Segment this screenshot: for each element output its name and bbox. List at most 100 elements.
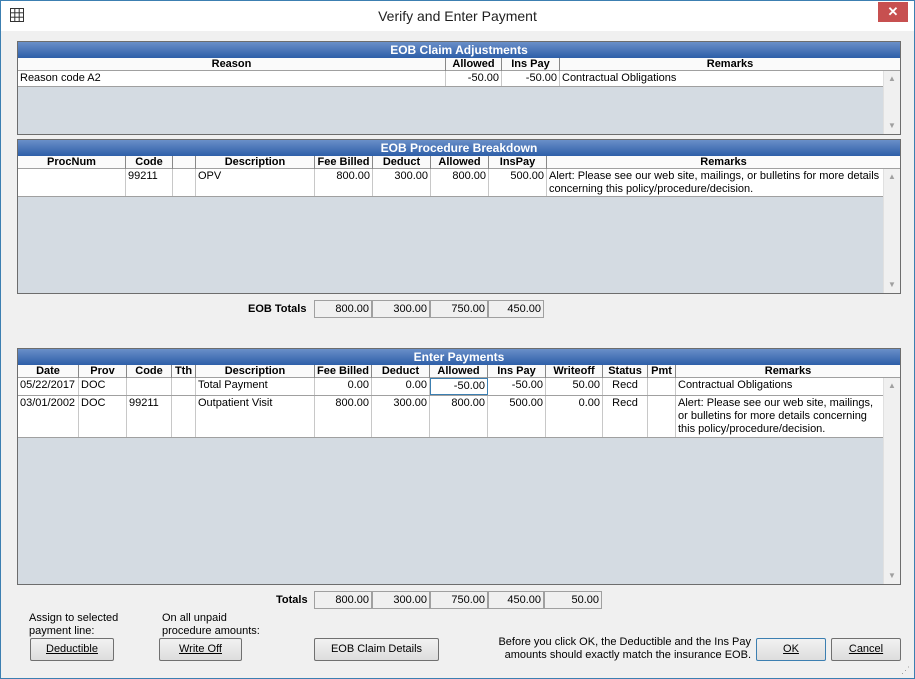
ok-note: Before you click OK, the Deductible and … bbox=[498, 636, 751, 661]
vertical-scrollbar[interactable]: ▲ ▼ bbox=[883, 378, 900, 584]
ok-button-label: OK bbox=[783, 643, 799, 655]
write-off-button[interactable]: Write Off bbox=[159, 638, 242, 661]
vertical-scrollbar[interactable]: ▲ ▼ bbox=[883, 169, 900, 293]
table-row[interactable]: 99211 OPV 800.00 300.00 800.00 500.00 Al… bbox=[18, 169, 883, 197]
assign-note: Assign to selected payment line: bbox=[29, 612, 119, 637]
scroll-up-icon[interactable]: ▲ bbox=[884, 71, 900, 87]
cell-ins-pay[interactable]: -50.00 bbox=[488, 378, 546, 395]
col-header-date[interactable]: Date bbox=[18, 365, 79, 378]
col-header-tth[interactable] bbox=[173, 156, 196, 169]
cell-description: OPV bbox=[196, 169, 315, 196]
col-header-prov[interactable]: Prov bbox=[79, 365, 127, 378]
scroll-up-icon[interactable]: ▲ bbox=[884, 378, 900, 394]
cell-pmt bbox=[648, 378, 676, 395]
cell-remarks: Contractual Obligations bbox=[562, 72, 677, 84]
table-row[interactable]: 03/01/2002 DOC 99211 Outpatient Visit 80… bbox=[18, 396, 883, 438]
col-header-code[interactable]: Code bbox=[126, 156, 173, 169]
cancel-button[interactable]: Cancel bbox=[831, 638, 901, 661]
col-header-pmt[interactable]: Pmt bbox=[648, 365, 676, 378]
cell-code: 99211 bbox=[127, 396, 172, 437]
cell-date: 05/22/2017 bbox=[18, 378, 79, 395]
total-deduct: 300.00 bbox=[372, 591, 430, 609]
scroll-down-icon[interactable]: ▼ bbox=[884, 118, 900, 134]
close-icon[interactable]: ✕ bbox=[878, 2, 908, 22]
scroll-down-icon[interactable]: ▼ bbox=[884, 277, 900, 293]
col-header-code[interactable]: Code bbox=[127, 365, 172, 378]
col-header-remarks[interactable]: Remarks bbox=[547, 156, 900, 169]
scroll-up-icon[interactable]: ▲ bbox=[884, 169, 900, 185]
col-header-ins-pay[interactable]: Ins Pay bbox=[502, 58, 560, 71]
col-header-remarks[interactable]: Remarks bbox=[676, 365, 900, 378]
write-off-button-label: Write Off bbox=[179, 643, 222, 655]
procedure-breakdown-grid: EOB Procedure Breakdown ProcNum Code Des… bbox=[17, 139, 901, 294]
cell-allowed: 800.00 bbox=[431, 169, 489, 196]
eob-total-allowed: 750.00 bbox=[430, 300, 488, 318]
cell-tth bbox=[172, 396, 196, 437]
totals-label: Totals bbox=[276, 594, 308, 606]
cell-description: Total Payment bbox=[196, 378, 315, 395]
enter-payments-body: 05/22/2017 DOC Total Payment 0.00 0.00 -… bbox=[18, 378, 900, 584]
col-header-ins-pay[interactable]: InsPay bbox=[489, 156, 547, 169]
eob-claim-details-button[interactable]: EOB Claim Details bbox=[314, 638, 439, 661]
col-header-writeoff[interactable]: Writeoff bbox=[546, 365, 603, 378]
cell-prov: DOC bbox=[79, 396, 127, 437]
cell-deduct[interactable]: 300.00 bbox=[372, 396, 430, 437]
ok-button[interactable]: OK bbox=[756, 638, 826, 661]
cell-date: 03/01/2002 bbox=[18, 396, 79, 437]
col-header-status[interactable]: Status bbox=[603, 365, 648, 378]
col-header-allowed[interactable]: Allowed bbox=[431, 156, 489, 169]
claim-adjustments-header: Reason Allowed Ins Pay Remarks bbox=[18, 58, 900, 71]
enter-payments-grid: Enter Payments Date Prov Code Tth Descri… bbox=[17, 348, 901, 585]
verify-payment-window: Verify and Enter Payment ✕ EOB Claim Adj… bbox=[0, 0, 915, 679]
table-row[interactable]: 05/22/2017 DOC Total Payment 0.00 0.00 -… bbox=[18, 378, 883, 396]
col-header-tth[interactable]: Tth bbox=[172, 365, 196, 378]
cell-remarks[interactable]: Contractual Obligations bbox=[676, 378, 883, 395]
cell-deduct[interactable]: 0.00 bbox=[372, 378, 430, 395]
deductible-button[interactable]: Deductible bbox=[30, 638, 114, 661]
col-header-deduct[interactable]: Deduct bbox=[372, 365, 430, 378]
cell-allowed[interactable]: 800.00 bbox=[430, 396, 488, 437]
cell-writeoff[interactable]: 50.00 bbox=[546, 378, 603, 395]
cell-prov: DOC bbox=[79, 378, 127, 395]
enter-payments-header: Date Prov Code Tth Description Fee Bille… bbox=[18, 365, 900, 378]
cell-code bbox=[127, 378, 172, 395]
enter-payments-title: Enter Payments bbox=[18, 349, 900, 365]
deductible-button-label: Deductible bbox=[46, 643, 98, 655]
col-header-allowed[interactable]: Allowed bbox=[446, 58, 502, 71]
eob-totals-label: EOB Totals bbox=[248, 303, 307, 315]
cell-allowed[interactable]: -50.00 bbox=[430, 378, 488, 395]
col-header-deduct[interactable]: Deduct bbox=[373, 156, 431, 169]
claim-adjustments-body: Reason code A2 -50.00 -50.00 Contractual… bbox=[18, 71, 900, 134]
cell-status: Recd bbox=[603, 378, 648, 395]
col-header-description[interactable]: Description bbox=[196, 156, 315, 169]
cell-ins-pay[interactable]: 500.00 bbox=[488, 396, 546, 437]
procedure-breakdown-header: ProcNum Code Description Fee Billed Dedu… bbox=[18, 156, 900, 169]
col-header-ins-pay[interactable]: Ins Pay bbox=[488, 365, 546, 378]
eob-total-fee-billed: 800.00 bbox=[314, 300, 372, 318]
total-ins-pay: 450.00 bbox=[488, 591, 544, 609]
vertical-scrollbar[interactable]: ▲ ▼ bbox=[883, 71, 900, 134]
col-header-reason[interactable]: Reason bbox=[18, 58, 446, 71]
col-header-remarks[interactable]: Remarks bbox=[560, 58, 900, 71]
scroll-down-icon[interactable]: ▼ bbox=[884, 568, 900, 584]
table-row[interactable]: Reason code A2 -50.00 -50.00 Contractual… bbox=[18, 71, 883, 87]
col-header-fee-billed[interactable]: Fee Billed bbox=[315, 156, 373, 169]
cell-fee-billed[interactable]: 0.00 bbox=[315, 378, 372, 395]
total-allowed: 750.00 bbox=[430, 591, 488, 609]
cell-remarks[interactable]: Alert: Please see our web site, mailings… bbox=[676, 396, 883, 437]
cell-reason: Reason code A2 bbox=[18, 71, 446, 86]
resize-grip-icon[interactable]: ⋰ bbox=[901, 665, 911, 675]
col-header-description[interactable]: Description bbox=[196, 365, 315, 378]
cell-ins-pay: 500.00 bbox=[489, 169, 547, 196]
window-title: Verify and Enter Payment bbox=[378, 8, 537, 24]
cell-fee-billed[interactable]: 800.00 bbox=[315, 396, 372, 437]
col-header-fee-billed[interactable]: Fee Billed bbox=[315, 365, 372, 378]
cell-description: Outpatient Visit bbox=[196, 396, 315, 437]
col-header-allowed[interactable]: Allowed bbox=[430, 365, 488, 378]
eob-total-ins-pay: 450.00 bbox=[488, 300, 544, 318]
cell-deduct: 300.00 bbox=[373, 169, 431, 196]
claim-adjustments-title: EOB Claim Adjustments bbox=[18, 42, 900, 58]
col-header-procnum[interactable]: ProcNum bbox=[18, 156, 126, 169]
cell-writeoff[interactable]: 0.00 bbox=[546, 396, 603, 437]
cell-remarks: Alert: Please see our web site, mailings… bbox=[549, 170, 880, 195]
